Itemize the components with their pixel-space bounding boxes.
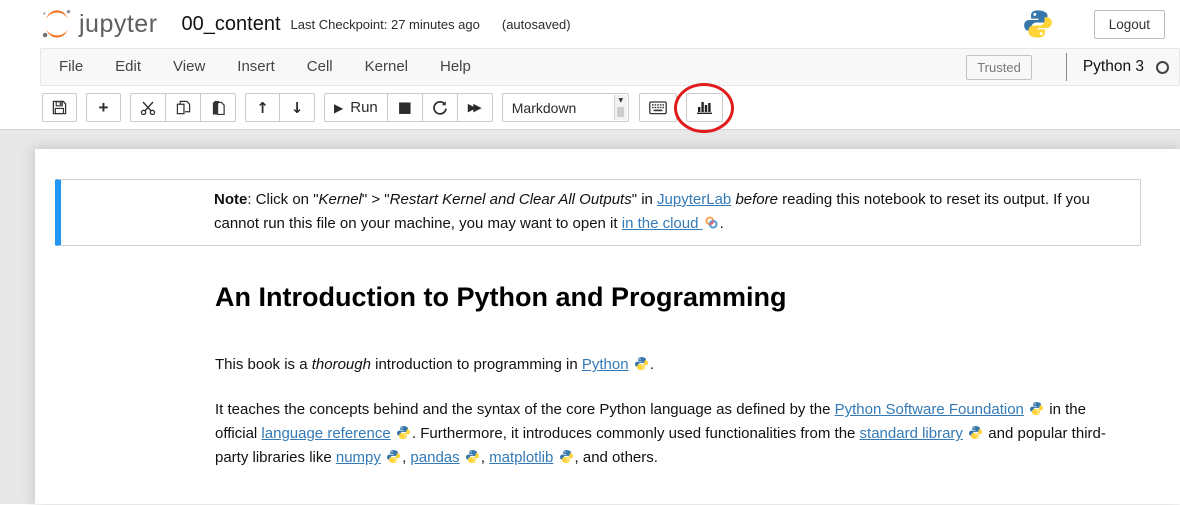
link-language-reference[interactable]: language reference xyxy=(261,425,390,442)
interrupt-kernel-button[interactable]: ■ xyxy=(388,93,423,122)
notebook-area: Note: Click on "Kernel" > "Restart Kerne… xyxy=(0,130,1180,504)
bold-text: Note xyxy=(214,191,247,208)
restart-kernel-button[interactable] xyxy=(423,93,458,122)
autosave-status: (autosaved) xyxy=(502,17,571,32)
italic-text: Kernel xyxy=(319,191,362,208)
cut-cells-button[interactable] xyxy=(130,93,166,122)
italic-text: before xyxy=(735,191,778,208)
link-in-the-cloud[interactable]: in the cloud xyxy=(622,215,703,232)
note-alert-box: Note: Click on "Kernel" > "Restart Kerne… xyxy=(55,179,1141,246)
python-icon xyxy=(559,449,574,464)
cell-type-value: Markdown xyxy=(512,100,577,116)
keyboard-icon xyxy=(649,101,667,115)
checkpoint-text: Last Checkpoint: 27 minutes ago xyxy=(291,17,480,32)
insert-cell-below-button[interactable]: + xyxy=(86,93,121,122)
jupyter-logo-text: jupyter xyxy=(79,10,158,39)
link-jupyterlab[interactable]: JupyterLab xyxy=(657,191,731,208)
restart-run-all-button[interactable]: ▶▶ xyxy=(458,93,493,122)
menu-item-insert[interactable]: Insert xyxy=(221,49,291,85)
arrow-up-icon: ↑ xyxy=(256,99,269,117)
menu-items: FileEditViewInsertCellKernelHelp xyxy=(43,49,487,85)
move-cell-up-button[interactable]: ↑ xyxy=(245,93,280,122)
menu-item-edit[interactable]: Edit xyxy=(99,49,157,85)
binder-icon xyxy=(704,215,719,230)
menu-item-view[interactable]: View xyxy=(157,49,221,85)
python-icon xyxy=(465,449,480,464)
copy-icon xyxy=(176,100,191,115)
kernel-idle-indicator-icon xyxy=(1156,61,1169,74)
paragraph-1: This book is a thorough introduction to … xyxy=(215,353,1120,377)
paragraph-2: It teaches the concepts behind and the s… xyxy=(215,398,1120,470)
python-icon xyxy=(396,425,411,440)
header: jupyter 00_content Last Checkpoint: 27 m… xyxy=(0,0,1180,48)
scissors-icon xyxy=(140,100,156,116)
menu-item-cell[interactable]: Cell xyxy=(291,49,349,85)
python-kernel-logo-icon xyxy=(1022,8,1054,40)
jupyter-logo[interactable]: jupyter xyxy=(40,7,158,41)
plus-icon: + xyxy=(99,98,109,118)
menu-item-kernel[interactable]: Kernel xyxy=(349,49,424,85)
python-icon xyxy=(968,425,983,440)
kernel-name: Python 3 xyxy=(1083,58,1144,76)
run-label: Run xyxy=(350,99,378,116)
italic-text: Restart Kernel and Clear All Outputs xyxy=(390,191,632,208)
run-icon: ▶ xyxy=(334,101,343,115)
move-cell-down-button[interactable]: ↓ xyxy=(280,93,315,122)
save-button[interactable] xyxy=(42,93,77,122)
notebook-container: Note: Click on "Kernel" > "Restart Kerne… xyxy=(35,149,1180,504)
link-python[interactable]: Python xyxy=(582,356,629,373)
save-icon xyxy=(52,100,67,115)
stop-icon: ■ xyxy=(398,100,412,115)
markdown-cell[interactable]: An Introduction to Python and Programmin… xyxy=(35,282,1180,470)
notebook-title[interactable]: 00_content xyxy=(182,13,281,36)
fast-forward-icon: ▶▶ xyxy=(468,101,482,114)
trusted-badge[interactable]: Trusted xyxy=(966,55,1032,80)
bar-chart-icon xyxy=(696,100,713,115)
arrow-down-icon: ↓ xyxy=(291,99,304,117)
link-numpy[interactable]: numpy xyxy=(336,449,381,466)
bar-chart-button[interactable] xyxy=(686,93,723,122)
run-button[interactable]: ▶ Run xyxy=(324,93,388,122)
command-palette-button[interactable] xyxy=(639,93,677,122)
link-standard-library[interactable]: standard library xyxy=(860,425,963,442)
select-scroll-handle xyxy=(617,107,624,117)
cell-heading: An Introduction to Python and Programmin… xyxy=(215,282,1120,313)
menubar: FileEditViewInsertCellKernelHelp Trusted… xyxy=(40,48,1180,86)
menu-item-file[interactable]: File xyxy=(43,49,99,85)
paste-icon xyxy=(211,100,226,115)
logout-button[interactable]: Logout xyxy=(1094,10,1165,39)
italic-text: thorough xyxy=(312,356,371,373)
python-icon xyxy=(634,356,649,371)
select-arrow-strip[interactable]: ▼ xyxy=(614,95,627,120)
link-pandas[interactable]: pandas xyxy=(410,449,459,466)
copy-cells-button[interactable] xyxy=(166,93,201,122)
dropdown-arrow-icon: ▼ xyxy=(618,97,623,105)
paste-cells-button[interactable] xyxy=(201,93,236,122)
kernel-divider xyxy=(1066,53,1067,81)
menu-item-help[interactable]: Help xyxy=(424,49,487,85)
restart-icon xyxy=(432,100,448,116)
python-icon xyxy=(386,449,401,464)
link-matplotlib[interactable]: matplotlib xyxy=(489,449,553,466)
jupyter-logo-icon xyxy=(40,7,74,41)
cell-type-select[interactable]: Markdown ▼ xyxy=(502,93,629,122)
link-python-software-foundation[interactable]: Python Software Foundation xyxy=(835,401,1024,418)
toolbar: + xyxy=(0,86,1180,130)
python-icon xyxy=(1029,401,1044,416)
